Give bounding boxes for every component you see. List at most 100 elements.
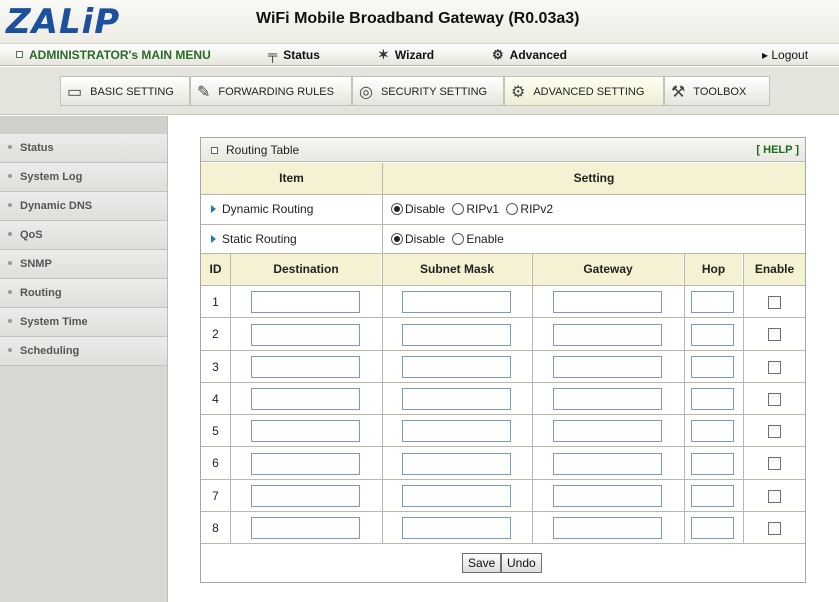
enable-checkbox[interactable] bbox=[768, 393, 781, 406]
bullet-icon bbox=[8, 261, 12, 265]
destination-input[interactable] bbox=[251, 291, 360, 313]
logout-link[interactable]: ▸ Logout bbox=[762, 47, 808, 63]
hop-input[interactable] bbox=[691, 291, 734, 313]
arrow-right-icon bbox=[211, 235, 216, 243]
divider bbox=[201, 382, 805, 383]
sidebar-item-scheduling[interactable]: Scheduling bbox=[0, 337, 167, 366]
subnet-mask-input[interactable] bbox=[402, 291, 511, 313]
static-routing-options: Disable Enable bbox=[391, 225, 801, 253]
page-title: WiFi Mobile Broadband Gateway (R0.03a3) bbox=[256, 10, 580, 27]
divider bbox=[684, 254, 685, 543]
subnet-mask-input[interactable] bbox=[402, 453, 511, 475]
static-enable-radio[interactable] bbox=[452, 233, 465, 245]
sidebar-item-status[interactable]: Status bbox=[0, 134, 167, 163]
subnet-mask-input[interactable] bbox=[402, 356, 511, 378]
menu-status-label: Status bbox=[283, 48, 320, 62]
destination-input[interactable] bbox=[251, 324, 360, 346]
hop-input[interactable] bbox=[691, 388, 734, 410]
route-id: 6 bbox=[212, 456, 219, 470]
sidebar-item-dynamic-dns[interactable]: Dynamic DNS bbox=[0, 192, 167, 221]
tab-bar: ▭ BASIC SETTING ✎ FORWARDING RULES ◎ SECURI… bbox=[0, 67, 839, 115]
hop-input[interactable] bbox=[691, 453, 734, 475]
col-enable: Enable bbox=[744, 254, 805, 285]
enable-checkbox[interactable] bbox=[768, 361, 781, 374]
route-id: 3 bbox=[212, 360, 219, 374]
bullet-icon bbox=[8, 232, 12, 236]
static-disable-radio[interactable] bbox=[391, 233, 403, 245]
dynamic-ripv1-radio[interactable] bbox=[452, 203, 465, 215]
hop-input[interactable] bbox=[691, 517, 734, 539]
col-id: ID bbox=[201, 254, 230, 285]
enable-checkbox[interactable] bbox=[768, 425, 781, 438]
wizard-icon: ✶ bbox=[378, 47, 389, 62]
gateway-input[interactable] bbox=[553, 453, 662, 475]
divider bbox=[201, 511, 805, 512]
sidebar-item-qos[interactable]: QoS bbox=[0, 221, 167, 250]
sidebar-item-routing[interactable]: Routing bbox=[0, 279, 167, 308]
divider bbox=[532, 254, 533, 543]
help-link[interactable]: [ HELP ] bbox=[756, 138, 799, 162]
gateway-input[interactable] bbox=[553, 324, 662, 346]
divider bbox=[201, 350, 805, 351]
gateway-input[interactable] bbox=[553, 420, 662, 442]
destination-input[interactable] bbox=[251, 420, 360, 442]
tab-toolbox[interactable]: ⚒ TOOLBOX bbox=[664, 76, 770, 106]
dynamic-disable-radio[interactable] bbox=[391, 203, 403, 215]
menu-advanced[interactable]: ⚙ Advanced bbox=[492, 47, 567, 63]
tab-forwarding-rules[interactable]: ✎ FORWARDING RULES bbox=[190, 76, 352, 106]
admin-main-menu[interactable]: ADMINISTRATOR's MAIN MENU bbox=[16, 47, 211, 63]
radio-label: Disable bbox=[405, 232, 446, 246]
hop-input[interactable] bbox=[691, 324, 734, 346]
save-button[interactable]: Save bbox=[462, 553, 502, 573]
static-routing-label: Static Routing bbox=[211, 225, 381, 253]
sidebar-item-system-log[interactable]: System Log bbox=[0, 163, 167, 192]
dynamic-ripv2-radio[interactable] bbox=[506, 203, 519, 215]
gateway-input[interactable] bbox=[553, 356, 662, 378]
destination-input[interactable] bbox=[251, 485, 360, 507]
toolbox-icon: ⚒ bbox=[671, 84, 686, 101]
routing-table-panel: Routing Table [ HELP ] Item Setting Dyna… bbox=[200, 137, 806, 583]
subnet-mask-input[interactable] bbox=[402, 517, 511, 539]
enable-checkbox[interactable] bbox=[768, 522, 781, 535]
enable-checkbox[interactable] bbox=[768, 296, 781, 309]
radio-label: Enable bbox=[466, 232, 504, 246]
route-id: 1 bbox=[212, 295, 219, 309]
tab-basic-setting[interactable]: ▭ BASIC SETTING bbox=[60, 76, 190, 106]
hop-input[interactable] bbox=[691, 420, 734, 442]
divider bbox=[382, 254, 383, 543]
tab-security-setting[interactable]: ◎ SECURITY SETTING bbox=[352, 76, 504, 106]
dynamic-routing-options: Disable RIPv1 RIPv2 bbox=[391, 195, 801, 224]
destination-input[interactable] bbox=[251, 388, 360, 410]
col-hop: Hop bbox=[685, 254, 742, 285]
subnet-mask-input[interactable] bbox=[402, 485, 511, 507]
gateway-input[interactable] bbox=[553, 517, 662, 539]
gateway-input[interactable] bbox=[553, 291, 662, 313]
menu-wizard[interactable]: ✶ Wizard bbox=[378, 47, 434, 63]
menu-wizard-label: Wizard bbox=[394, 48, 435, 62]
panel-title: Routing Table bbox=[226, 143, 300, 157]
sidebar-item-label: Status bbox=[20, 142, 54, 154]
enable-checkbox[interactable] bbox=[768, 490, 781, 503]
subnet-mask-input[interactable] bbox=[402, 420, 511, 442]
pen-icon: ✎ bbox=[197, 84, 211, 101]
sidebar-item-label: Scheduling bbox=[20, 345, 80, 357]
tab-advanced-setting[interactable]: ⚙ ADVANCED SETTING bbox=[504, 76, 664, 106]
hop-input[interactable] bbox=[691, 485, 734, 507]
destination-input[interactable] bbox=[251, 517, 360, 539]
sidebar-item-snmp[interactable]: SNMP bbox=[0, 250, 167, 279]
menu-status[interactable]: ╤ Status bbox=[268, 47, 320, 63]
gateway-input[interactable] bbox=[553, 388, 662, 410]
hop-input[interactable] bbox=[691, 356, 734, 378]
enable-checkbox[interactable] bbox=[768, 457, 781, 470]
subnet-mask-input[interactable] bbox=[402, 324, 511, 346]
pin-icon: ╤ bbox=[268, 47, 278, 62]
destination-input[interactable] bbox=[251, 356, 360, 378]
subnet-mask-input[interactable] bbox=[402, 388, 511, 410]
destination-input[interactable] bbox=[251, 453, 360, 475]
enable-checkbox[interactable] bbox=[768, 328, 781, 341]
undo-button[interactable]: Undo bbox=[501, 553, 542, 573]
col-destination: Destination bbox=[231, 254, 381, 285]
gateway-input[interactable] bbox=[553, 485, 662, 507]
sidebar-item-system-time[interactable]: System Time bbox=[0, 308, 167, 337]
tab-label: SECURITY SETTING bbox=[380, 86, 488, 98]
